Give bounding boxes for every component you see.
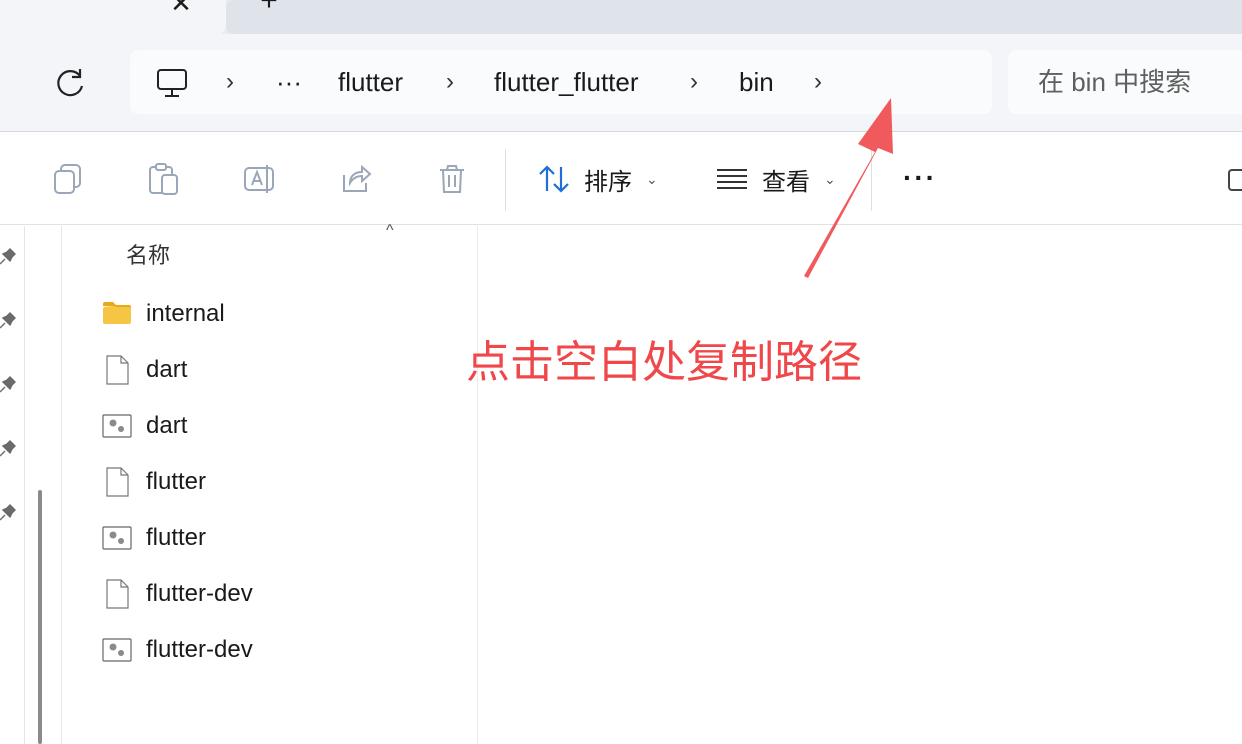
batch-file-icon — [102, 638, 132, 662]
file-icon — [106, 467, 129, 497]
file-icon — [106, 355, 129, 385]
breadcrumb-separator[interactable]: › — [690, 50, 698, 114]
breadcrumb-bin[interactable]: bin — [739, 50, 774, 114]
file-name: dart — [146, 356, 188, 383]
toolbar-divider — [505, 149, 506, 211]
breadcrumb-flutter-flutter[interactable]: flutter_flutter — [494, 50, 639, 114]
list-item[interactable]: dart — [102, 406, 187, 446]
navigation-scrollbar[interactable] — [38, 490, 42, 744]
view-list-icon — [717, 169, 747, 189]
search-placeholder: 在 bin 中搜索 — [1038, 67, 1192, 97]
delete-icon[interactable] — [434, 161, 470, 197]
pin-icon[interactable] — [0, 310, 18, 332]
file-list: ^ 名称 internal dart dart flutter flutter … — [62, 222, 478, 744]
file-name: flutter — [146, 524, 207, 551]
navigation-pane-border — [24, 226, 62, 744]
pin-icon[interactable] — [0, 502, 18, 524]
list-item[interactable]: flutter — [102, 462, 206, 502]
rename-icon[interactable] — [242, 161, 278, 197]
breadcrumb-separator[interactable]: › — [226, 50, 234, 114]
navigation-bar: › ··· flutter › flutter_flutter › bin › … — [0, 34, 1242, 132]
list-item[interactable]: flutter-dev — [102, 574, 253, 614]
pin-icon[interactable] — [0, 438, 18, 460]
file-name: flutter-dev — [146, 580, 253, 607]
sort-ascending-icon[interactable]: ^ — [386, 222, 394, 240]
sort-button[interactable]: 排序 ⌄ — [536, 155, 658, 203]
pin-icon[interactable] — [0, 374, 18, 396]
tab-strip-empty — [226, 0, 1242, 34]
command-bar: 排序 ⌄ 查看 ⌄ ··· — [0, 133, 1242, 225]
close-tab-icon[interactable]: ✕ — [166, 0, 196, 16]
sort-icon — [539, 165, 569, 193]
batch-file-icon — [102, 526, 132, 550]
file-name: dart — [146, 412, 188, 439]
folder-icon — [103, 302, 131, 324]
annotation-text: 点击空白处复制路径 — [466, 337, 862, 388]
empty-space[interactable] — [479, 226, 1242, 744]
annotation-arrow — [804, 98, 893, 278]
list-item[interactable]: flutter-dev — [102, 630, 253, 670]
search-box[interactable]: 在 bin 中搜索 — [1008, 50, 1242, 114]
file-name: internal — [146, 300, 225, 327]
sort-label: 排序 — [584, 168, 632, 196]
list-item[interactable]: dart — [102, 350, 187, 390]
pin-icon[interactable] — [0, 246, 18, 268]
breadcrumb-separator[interactable]: › — [446, 50, 454, 114]
column-header-name[interactable]: 名称 — [126, 238, 170, 270]
refresh-icon[interactable] — [50, 64, 90, 104]
file-name: flutter — [146, 468, 207, 495]
breadcrumb-overflow[interactable]: ··· — [276, 50, 302, 114]
tab-strip: ✕ + — [0, 0, 1242, 34]
paste-icon[interactable] — [146, 161, 182, 197]
new-tab-icon[interactable]: + — [254, 0, 284, 16]
this-pc-icon[interactable] — [156, 68, 188, 98]
batch-file-icon — [102, 414, 132, 438]
file-icon — [106, 579, 129, 609]
list-item[interactable]: flutter — [102, 518, 206, 558]
breadcrumb-flutter[interactable]: flutter — [338, 50, 403, 114]
tab-current[interactable]: ✕ — [0, 0, 226, 34]
list-item[interactable]: internal — [102, 294, 225, 334]
chevron-down-icon: ⌄ — [646, 170, 658, 187]
file-name: flutter-dev — [146, 636, 253, 663]
details-pane-icon[interactable] — [1228, 169, 1242, 191]
share-icon[interactable] — [338, 161, 374, 197]
copy-icon[interactable] — [50, 161, 86, 197]
